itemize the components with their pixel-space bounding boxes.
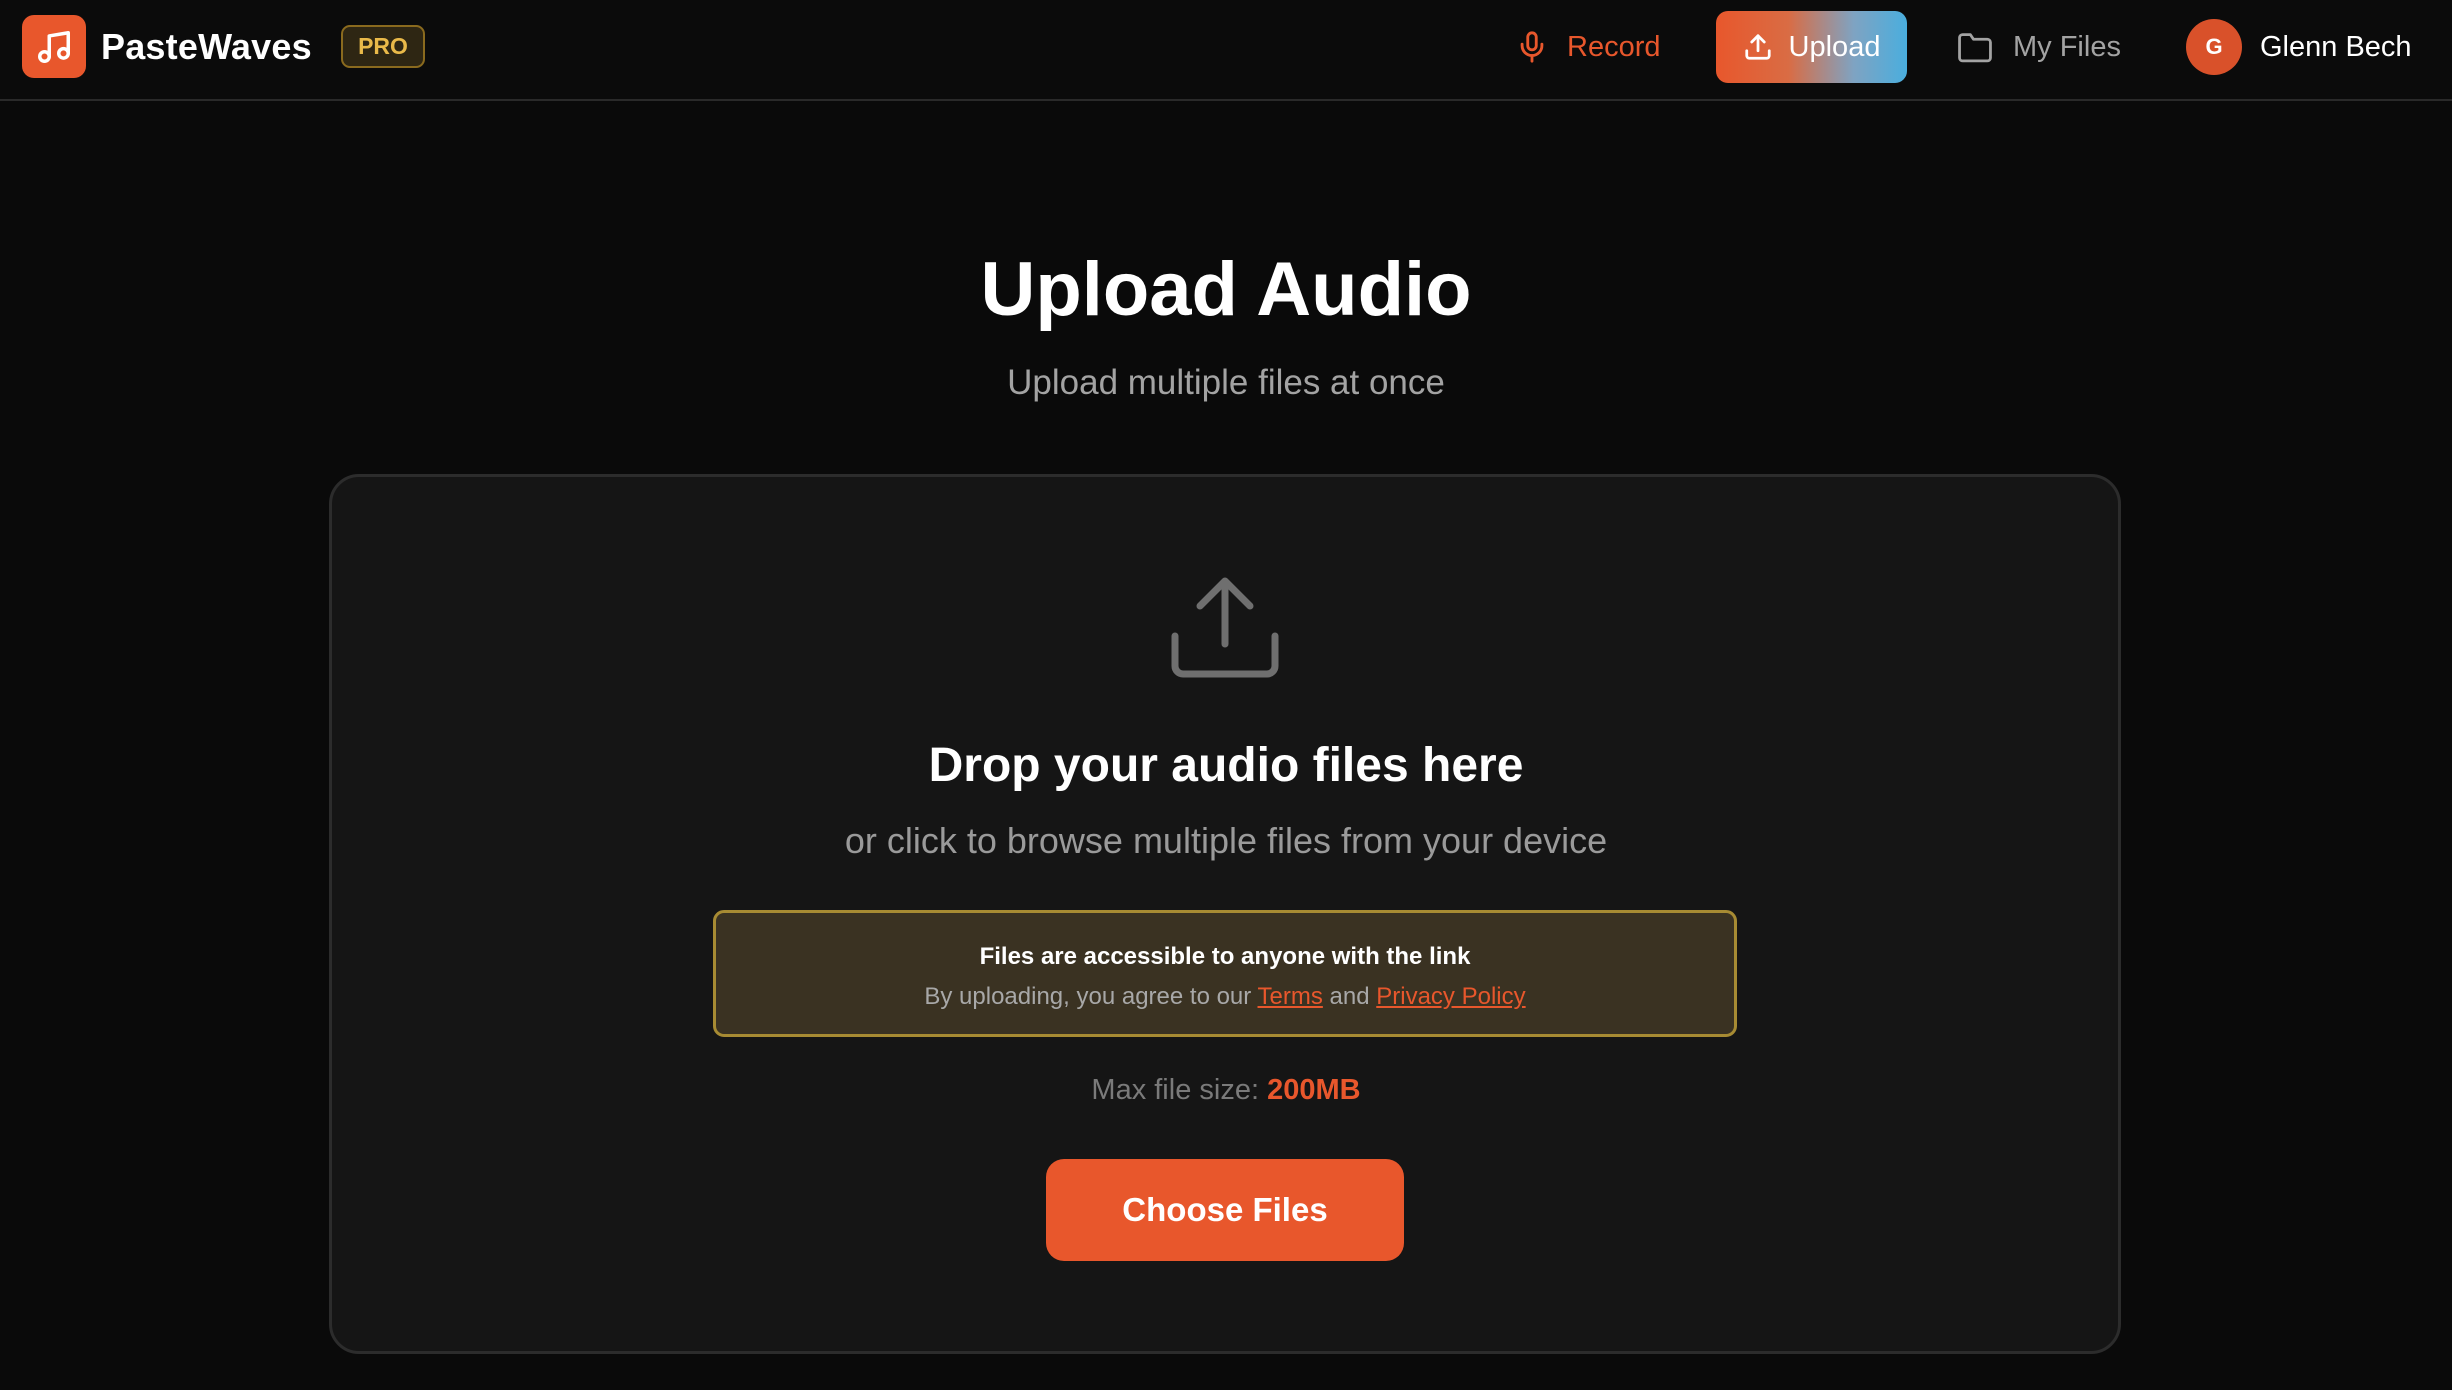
brand-name[interactable]: PasteWaves (101, 22, 312, 72)
notice-prefix: By uploading, you agree to our (924, 983, 1252, 1010)
page-title: Upload Audio (980, 247, 1472, 332)
max-size-label: Max file size: (1091, 1074, 1260, 1106)
max-file-size: Max file size: 200MB (0, 1070, 2452, 1110)
avatar: G (2186, 19, 2242, 75)
user-menu[interactable]: G Glenn Bech (2186, 19, 2412, 75)
dropzone-title: Drop your audio files here (928, 739, 1524, 792)
privacy-policy-link[interactable]: Privacy Policy (1376, 983, 1525, 1010)
nav-upload-label: Upload (1788, 30, 1881, 63)
choose-files-button[interactable]: Choose Files (1046, 1159, 1404, 1261)
nav-record-link[interactable]: Record (1515, 18, 1661, 76)
app-logo[interactable] (22, 15, 86, 78)
nav-my-files-link[interactable]: My Files (1955, 18, 2121, 76)
nav-upload-button[interactable]: Upload (1716, 11, 1907, 83)
folder-icon (1958, 33, 1992, 63)
notice-title: Files are accessible to anyone with the … (979, 943, 1471, 970)
upload-tray-icon (1171, 577, 1279, 678)
terms-link[interactable]: Terms (1258, 983, 1323, 1010)
nav-record-label: Record (1567, 30, 1661, 63)
user-name: Glenn Bech (2260, 30, 2412, 63)
nav-my-files-label: My Files (2013, 30, 2121, 63)
notice-and: and (1329, 983, 1370, 1010)
top-nav: PasteWaves PRO Record Upload My Files G … (0, 0, 2452, 101)
notice-text: By uploading, you agree to our Terms and… (716, 981, 1734, 1013)
sharing-notice: Files are accessible to anyone with the … (713, 910, 1737, 1037)
max-size-value: 200MB (1267, 1074, 1361, 1106)
page-subtitle: Upload multiple files at once (1007, 363, 1445, 402)
dropzone-subtitle: or click to browse multiple files from y… (844, 820, 1608, 861)
upload-icon (1744, 34, 1771, 60)
music-note-icon (38, 30, 70, 63)
microphone-icon (1520, 31, 1544, 63)
pro-badge: PRO (341, 25, 425, 68)
